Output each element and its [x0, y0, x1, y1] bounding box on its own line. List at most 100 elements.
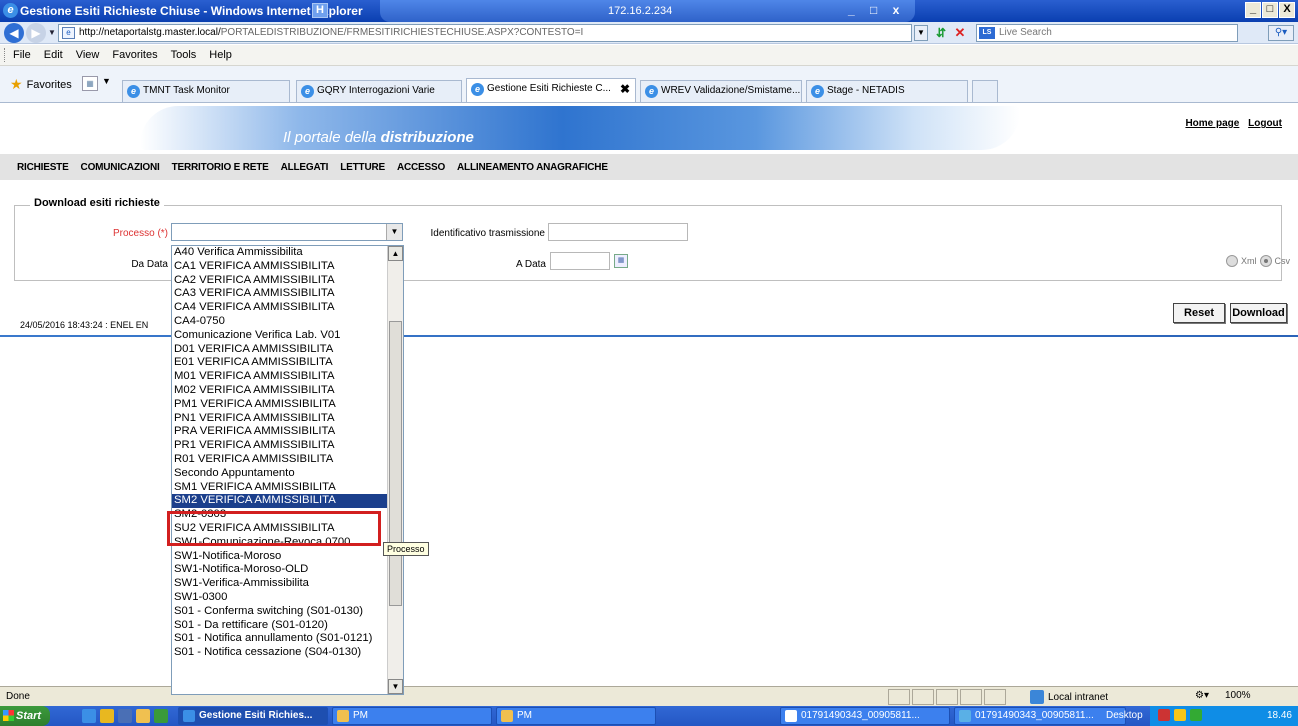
favorites-button[interactable]: ★ Favorites: [10, 76, 72, 93]
tray-icon[interactable]: [1190, 709, 1202, 721]
tab-gestione-esiti[interactable]: e Gestione Esiti Richieste C... ✖: [466, 78, 636, 102]
minimize-button[interactable]: _: [1245, 2, 1261, 18]
menu-edit[interactable]: Edit: [44, 49, 63, 61]
app-quicklaunch-icon[interactable]: [118, 709, 132, 723]
nav-letture[interactable]: LETTURE: [340, 162, 385, 173]
folder-quicklaunch-icon[interactable]: [136, 709, 150, 723]
a-data-input[interactable]: [550, 252, 610, 270]
task-gestione-esiti[interactable]: Gestione Esiti Richies...: [178, 707, 328, 725]
close-tab-icon[interactable]: ✖: [620, 79, 630, 99]
id-trasmissione-input[interactable]: [548, 223, 688, 241]
dropdown-option[interactable]: M01 VERIFICA AMMISSIBILITA: [172, 370, 387, 384]
scroll-up-icon[interactable]: ▲: [388, 246, 403, 261]
history-dropdown-icon[interactable]: ▼: [48, 28, 56, 37]
dropdown-option[interactable]: SM2 VERIFICA AMMISSIBILITA: [172, 494, 387, 509]
dropdown-option[interactable]: CA4 VERIFICA AMMISSIBILITA: [172, 301, 387, 315]
new-tab-button[interactable]: [972, 80, 998, 102]
dropdown-option[interactable]: A40 Verifica Ammissibilita: [172, 246, 387, 260]
nav-richieste[interactable]: RICHIESTE: [17, 162, 69, 173]
dropdown-option[interactable]: PR1 VERIFICA AMMISSIBILITA: [172, 439, 387, 453]
menu-file[interactable]: File: [13, 49, 31, 61]
processo-dropdown-list[interactable]: A40 Verifica Ammissibilita CA1 VERIFICA A…: [171, 245, 404, 695]
dropdown-option[interactable]: E01 VERIFICA AMMISSIBILITA: [172, 356, 387, 370]
xml-radio[interactable]: [1226, 255, 1238, 267]
close-button[interactable]: X: [1279, 2, 1295, 18]
pin-icon[interactable]: H: [312, 3, 328, 18]
nav-comunicazioni[interactable]: COMUNICAZIONI: [81, 162, 160, 173]
tab-stage-netadis[interactable]: e Stage - NETADIS: [806, 80, 968, 102]
dropdown-option[interactable]: SW1-Notifica-Moroso: [172, 550, 387, 564]
dropdown-option[interactable]: CA3 VERIFICA AMMISSIBILITA: [172, 287, 387, 301]
nav-allineamento-anagrafiche[interactable]: ALLINEAMENTO ANAGRAFICHE: [457, 162, 608, 173]
dropdown-option[interactable]: PM1 VERIFICA AMMISSIBILITA: [172, 398, 387, 412]
remote-window-controls[interactable]: _ □ x: [848, 3, 905, 17]
nav-allegati[interactable]: ALLEGATI: [281, 162, 329, 173]
download-button[interactable]: Download: [1230, 303, 1287, 323]
security-zone[interactable]: Local intranet: [1030, 690, 1108, 704]
quick-tabs-icon[interactable]: ▦: [82, 76, 98, 91]
nav-accesso[interactable]: ACCESSO: [397, 162, 445, 173]
dropdown-option[interactable]: D01 VERIFICA AMMISSIBILITA: [172, 343, 387, 357]
dropdown-option[interactable]: S01 - Notifica annullamento (S01-0121): [172, 632, 387, 646]
chevron-down-icon[interactable]: ▼: [386, 224, 402, 240]
menu-tools[interactable]: Tools: [171, 49, 197, 61]
tab-list-dropdown-icon[interactable]: ▼: [102, 76, 111, 86]
dropdown-option[interactable]: SW1-Verifica-Ammissibilita: [172, 577, 387, 591]
zoom-level[interactable]: 100%: [1225, 690, 1251, 701]
maximize-button[interactable]: □: [1262, 2, 1278, 18]
calendar-icon[interactable]: ▦: [614, 254, 628, 268]
task-pm-1[interactable]: PM: [332, 707, 492, 725]
search-input[interactable]: LS Live Search: [976, 24, 1238, 42]
tab-wrev[interactable]: e WREV Validazione/Smistame...: [640, 80, 802, 102]
tab-gqry[interactable]: e GQRY Interrogazioni Varie: [296, 80, 462, 102]
protected-mode-icon[interactable]: ⚙▾: [1195, 690, 1209, 701]
menu-help[interactable]: Help: [209, 49, 232, 61]
dropdown-option[interactable]: PRA VERIFICA AMMISSIBILITA: [172, 425, 387, 439]
dropdown-option[interactable]: R01 VERIFICA AMMISSIBILITA: [172, 453, 387, 467]
tray-icon[interactable]: [1158, 709, 1170, 721]
excel-quicklaunch-icon[interactable]: [154, 709, 168, 723]
home-page-link[interactable]: Home page: [1185, 118, 1239, 129]
task-document-2[interactable]: 01791490343_00905811...: [954, 707, 1126, 725]
task-document-1[interactable]: 01791490343_00905811...: [780, 707, 950, 725]
menu-view[interactable]: View: [76, 49, 100, 61]
csv-radio[interactable]: [1259, 255, 1272, 267]
forward-button[interactable]: ▶: [26, 23, 46, 43]
dropdown-option[interactable]: S01 - Da rettificare (S01-0120): [172, 619, 387, 633]
app-quicklaunch-icon[interactable]: [100, 709, 114, 723]
dropdown-option[interactable]: SW1-Notifica-Moroso-OLD: [172, 563, 387, 577]
search-button[interactable]: ⚲▾: [1268, 25, 1294, 41]
dropdown-option[interactable]: Comunicazione Verifica Lab. V01: [172, 329, 387, 343]
dropdown-option[interactable]: CA1 VERIFICA AMMISSIBILITA: [172, 260, 387, 274]
stop-icon[interactable]: ✕: [952, 25, 968, 41]
address-input[interactable]: e http://netaportalstg.master.local/PORT…: [58, 24, 912, 42]
dropdown-option[interactable]: Secondo Appuntamento: [172, 467, 387, 481]
dropdown-option[interactable]: CA2 VERIFICA AMMISSIBILITA: [172, 274, 387, 288]
tab-tmnt[interactable]: e TMNT Task Monitor: [122, 80, 290, 102]
remote-close-button[interactable]: x: [893, 3, 906, 17]
processo-select[interactable]: ▼: [171, 223, 403, 241]
logout-link[interactable]: Logout: [1248, 118, 1282, 129]
dropdown-option[interactable]: M02 VERIFICA AMMISSIBILITA: [172, 384, 387, 398]
remote-restore-button[interactable]: □: [870, 3, 883, 17]
address-dropdown-button[interactable]: ▼: [914, 25, 928, 41]
menu-favorites[interactable]: Favorites: [112, 49, 157, 61]
start-button[interactable]: Start: [0, 706, 50, 726]
dropdown-option[interactable]: CA4-0750: [172, 315, 387, 329]
remote-minimize-button[interactable]: _: [848, 3, 861, 17]
tray-icon[interactable]: [1174, 709, 1186, 721]
refresh-icon[interactable]: ⇵: [933, 25, 949, 41]
scroll-down-icon[interactable]: ▼: [388, 679, 403, 694]
desktop-label[interactable]: Desktop: [1106, 706, 1143, 726]
reset-button[interactable]: Reset: [1173, 303, 1225, 323]
scroll-thumb[interactable]: [389, 321, 402, 606]
nav-territorio-e-rete[interactable]: TERRITORIO E RETE: [172, 162, 269, 173]
dropdown-option[interactable]: S01 - Notifica cessazione (S04-0130): [172, 646, 387, 660]
dropdown-option[interactable]: SM1 VERIFICA AMMISSIBILITA: [172, 481, 387, 495]
dropdown-option[interactable]: S01 - Conferma switching (S01-0130): [172, 605, 387, 619]
dropdown-option[interactable]: PN1 VERIFICA AMMISSIBILITA: [172, 412, 387, 426]
ie-quicklaunch-icon[interactable]: [82, 709, 96, 723]
back-button[interactable]: ◀: [4, 23, 24, 43]
dropdown-scrollbar[interactable]: ▲ ▼: [387, 246, 403, 694]
dropdown-option[interactable]: SW1-0300: [172, 591, 387, 605]
